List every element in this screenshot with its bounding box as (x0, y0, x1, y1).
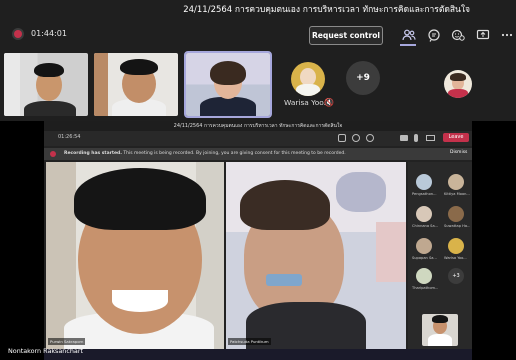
panel-more-button: +3 (448, 268, 464, 284)
recording-banner-title: Recording has started. (64, 151, 122, 156)
main-video-left: Purwin Sakraporn (46, 162, 224, 349)
chat-icon[interactable] (427, 28, 441, 42)
panel-self-video (422, 314, 458, 346)
avatar[interactable] (291, 62, 325, 96)
video-name-label: Patchsuda Puntikum (228, 338, 271, 345)
request-control-button[interactable]: Request control (309, 26, 383, 45)
shared-mic-icon (414, 134, 418, 142)
recording-indicator-icon (14, 30, 22, 38)
presenter-name: Nontakorn Raksanchart (8, 347, 83, 355)
shared-chat-icon (352, 134, 360, 142)
leave-button: Leave (443, 133, 469, 142)
panel-participant-avatar (416, 174, 432, 190)
panel-participant-name: Pengsathon... (412, 192, 437, 196)
more-icon[interactable] (500, 28, 514, 42)
panel-participant-name: Chinnana Sa... (412, 224, 438, 228)
participants-panel: Pengsathon... Kittiya Moon... Chinnana Sa.… (408, 162, 472, 349)
reactions-icon[interactable] (451, 28, 465, 42)
shared-share-icon (426, 135, 435, 141)
people-tab-indicator (400, 44, 416, 46)
panel-participant-name: Suwattap Ha... (444, 224, 470, 228)
panel-participant-name: Warisa Yoo... (444, 256, 467, 260)
panel-participant-avatar (448, 238, 464, 254)
people-icon[interactable] (402, 28, 416, 42)
shared-camera-icon (400, 135, 408, 141)
participant-video-tile[interactable] (4, 53, 88, 116)
window-title: 24/11/2564 การควบคุมตนเอง การบริหารเวลา … (183, 5, 470, 15)
panel-participant-avatar (416, 268, 432, 284)
panel-participant-name: Kittiya Moon... (444, 192, 470, 196)
panel-participant-name: Tharipathom... (412, 286, 438, 290)
more-participants-button[interactable]: +9 (346, 61, 380, 95)
meeting-timer: 01:44:01 (31, 29, 67, 38)
shared-people-icon (338, 134, 346, 142)
panel-participant-avatar (416, 206, 432, 222)
participant-video-tile[interactable] (94, 53, 178, 116)
dismiss-button: Dismiss (450, 150, 468, 155)
share-icon[interactable] (476, 28, 490, 42)
panel-participant-name: Supapan Sa... (412, 256, 437, 260)
main-video-right: Patchsuda Puntikum (226, 162, 406, 349)
recording-banner: Recording has started. This meeting is b… (44, 148, 472, 160)
recording-dot-icon (50, 151, 56, 157)
participant-video-tile-active[interactable] (184, 51, 272, 118)
mic-off-icon: 🔇 (324, 98, 334, 107)
panel-participant-avatar (416, 238, 432, 254)
shared-window-title: 24/11/2564 การควบคุมตนเอง การบริหารเวลา … (44, 121, 472, 131)
shared-meeting-timer: 01:26:54 (58, 134, 81, 140)
panel-participant-avatar (448, 174, 464, 190)
self-view-avatar[interactable] (444, 70, 472, 98)
video-name-label: Purwin Sakraporn (48, 338, 86, 345)
panel-participant-avatar (448, 206, 464, 222)
recording-banner-text: This meeting is being recorded. By joini… (123, 151, 346, 156)
shared-reactions-icon (366, 134, 374, 142)
taskbar (44, 349, 472, 360)
